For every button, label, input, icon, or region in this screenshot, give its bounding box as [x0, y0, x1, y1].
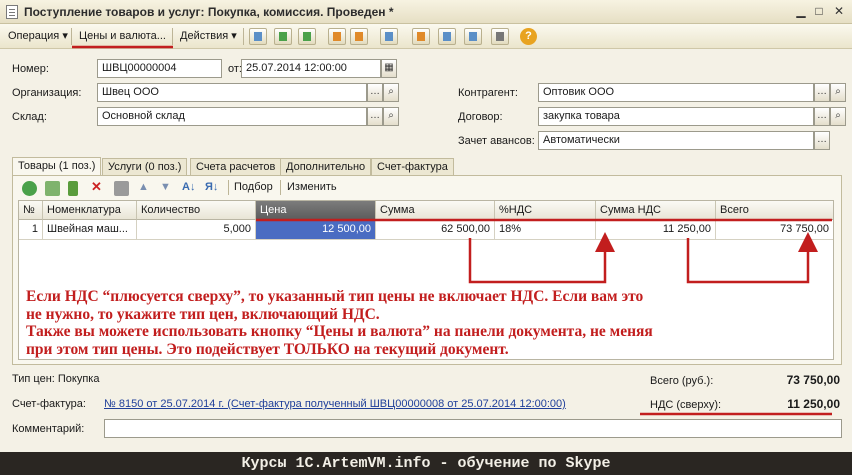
- invoice-label: Счет-фактура:: [12, 398, 86, 410]
- total-value: 73 750,00: [786, 373, 840, 387]
- annotation-line: Если НДС “плюсуется сверху”, то указанны…: [26, 288, 644, 305]
- invoice-link[interactable]: № 8150 от 25.07.2014 г. (Счет-фактура по…: [104, 398, 566, 410]
- annotation-text: Если НДС “плюсуется сверху”, то указанны…: [26, 288, 826, 358]
- vat-label: НДС (сверху):: [650, 399, 722, 411]
- annotation-line: при этом тип цены. Это подействует ТОЛЬК…: [26, 340, 509, 358]
- price-type-label[interactable]: Тип цен: Покупка: [12, 373, 99, 385]
- course-banner: Курсы 1С.ArtemVM.info - обучение по Skyp…: [0, 452, 852, 475]
- comment-label: Комментарий:: [12, 423, 85, 435]
- total-label: Всего (руб.):: [650, 375, 714, 387]
- comment-field[interactable]: [104, 419, 842, 438]
- vat-value: 11 250,00: [787, 397, 840, 411]
- annotation-line: Также вы можете использовать кнопку “Цен…: [26, 323, 653, 340]
- annotation-line: не нужно, то укажите тип цен, включающий…: [26, 305, 380, 323]
